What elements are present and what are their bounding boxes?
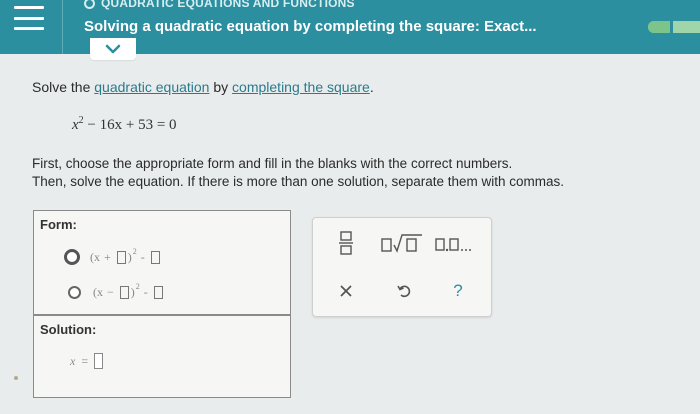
equation-rest: − 16x + 53 = 0 bbox=[87, 117, 177, 133]
option-open: (x bbox=[90, 249, 100, 264]
undo-icon[interactable] bbox=[393, 280, 415, 302]
topic-circle-icon bbox=[84, 0, 95, 9]
solution-variable: x bbox=[70, 353, 76, 368]
radio-button[interactable] bbox=[64, 249, 80, 265]
blank-input[interactable] bbox=[116, 250, 126, 264]
directions-line-2: Then, solve the equation. If there is mo… bbox=[32, 174, 565, 189]
form-label: Form: bbox=[40, 217, 77, 232]
form-option-plus[interactable]: (x + ) 2 - bbox=[64, 246, 162, 265]
topic-heading: QUADRATIC EQUATIONS AND FUNCTIONS bbox=[84, 0, 355, 10]
progress-fill bbox=[648, 21, 670, 33]
directions: First, choose the appropriate form and f… bbox=[32, 155, 564, 191]
option-open: (x bbox=[93, 285, 103, 299]
instruction-prefix: Solve the bbox=[32, 79, 91, 95]
page-title: Solving a quadratic equation by completi… bbox=[84, 18, 537, 35]
progress-separator bbox=[670, 21, 673, 33]
sqrt-icon[interactable] bbox=[381, 230, 423, 256]
help-icon[interactable]: ? bbox=[447, 280, 469, 302]
list-icon[interactable] bbox=[435, 230, 481, 256]
equation-exponent: 2 bbox=[78, 115, 84, 126]
solution-input[interactable] bbox=[94, 353, 104, 369]
solution-label: Solution: bbox=[40, 322, 97, 337]
solution-equation: x = bbox=[70, 353, 104, 369]
chevron-down-icon bbox=[105, 44, 121, 54]
blank-input[interactable] bbox=[153, 286, 163, 299]
blank-input[interactable] bbox=[119, 286, 129, 299]
option-minus: - bbox=[143, 285, 148, 299]
instruction: Solve the quadratic equation by completi… bbox=[32, 79, 374, 95]
cursor-dot bbox=[14, 376, 18, 380]
option-exponent: 2 bbox=[135, 282, 140, 291]
progress-bar bbox=[648, 21, 700, 33]
completing-square-link[interactable]: completing the square bbox=[232, 79, 370, 95]
option-exponent: 2 bbox=[132, 246, 137, 256]
option-sign: + bbox=[104, 249, 111, 264]
blank-input[interactable] bbox=[150, 250, 160, 264]
topic-label: QUADRATIC EQUATIONS AND FUNCTIONS bbox=[101, 0, 355, 10]
header-divider bbox=[62, 0, 63, 54]
divider bbox=[34, 314, 290, 316]
instruction-suffix: . bbox=[369, 79, 374, 95]
equation: x2 − 16x + 53 = 0 bbox=[72, 115, 177, 134]
option-sign: − bbox=[107, 285, 114, 299]
quadratic-equation-link[interactable]: quadratic equation bbox=[94, 79, 209, 95]
fraction-icon[interactable] bbox=[335, 230, 357, 256]
form-option-minus[interactable]: (x − ) 2 - bbox=[68, 282, 165, 300]
math-toolbar: ? bbox=[312, 217, 492, 317]
solution-equals: = bbox=[81, 353, 89, 368]
directions-line-1: First, choose the appropriate form and f… bbox=[32, 156, 513, 171]
answer-box: Form: (x + ) 2 - (x − ) 2 - Solution: x = bbox=[33, 210, 291, 398]
problem-area: Solve the quadratic equation by completi… bbox=[0, 54, 700, 414]
option-minus: - bbox=[140, 249, 145, 264]
equation-variable: x bbox=[72, 117, 79, 133]
clear-icon[interactable] bbox=[335, 280, 357, 302]
instruction-mid: by bbox=[213, 79, 229, 95]
radio-button[interactable] bbox=[68, 286, 81, 299]
menu-icon[interactable] bbox=[14, 6, 44, 30]
